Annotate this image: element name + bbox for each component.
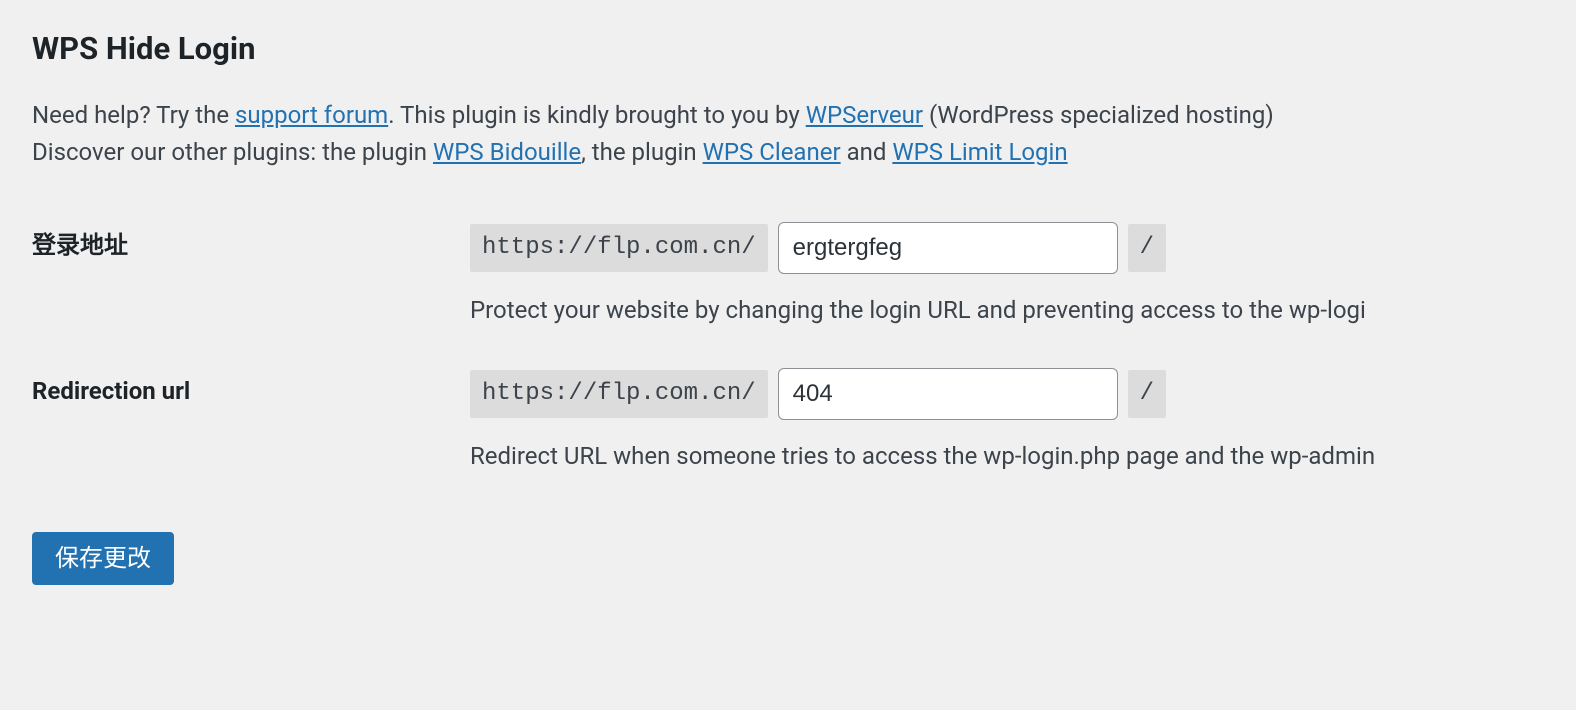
redirect-url-prefix: https://flp.com.cn/ [470, 370, 768, 418]
section-title: WPS Hide Login [32, 20, 1576, 73]
support-forum-link[interactable]: support forum [235, 101, 388, 129]
login-url-suffix: / [1128, 224, 1166, 272]
redirect-url-suffix: / [1128, 370, 1166, 418]
wps-bidouille-link[interactable]: WPS Bidouille [433, 138, 581, 166]
intro-text: Discover our other plugins: the plugin [32, 138, 433, 166]
redirect-url-input[interactable] [778, 368, 1118, 420]
intro-text: Need help? Try the [32, 101, 235, 129]
redirect-url-label: Redirection url [32, 377, 190, 405]
redirect-url-input-group: https://flp.com.cn/ / [470, 368, 1566, 420]
login-url-input[interactable] [778, 222, 1118, 274]
submit-row: 保存更改 [32, 532, 1576, 585]
wps-cleaner-link[interactable]: WPS Cleaner [703, 138, 841, 166]
save-button[interactable]: 保存更改 [32, 532, 174, 585]
login-url-prefix: https://flp.com.cn/ [470, 224, 768, 272]
intro-text: , the plugin [581, 138, 703, 166]
intro-text: (WordPress specialized hosting) [923, 101, 1274, 129]
intro-paragraph: Need help? Try the support forum. This p… [32, 97, 1576, 171]
login-url-label: 登录地址 [32, 231, 128, 259]
redirect-url-description: Redirect URL when someone tries to acces… [470, 438, 1566, 474]
intro-text: and [841, 138, 893, 166]
intro-text: . This plugin is kindly brought to you b… [388, 101, 805, 129]
login-url-input-group: https://flp.com.cn/ / [470, 222, 1566, 274]
wpserveur-link[interactable]: WPServeur [806, 101, 923, 129]
settings-form-table: 登录地址 https://flp.com.cn/ / Protect your … [32, 202, 1576, 494]
wps-limit-login-link[interactable]: WPS Limit Login [892, 138, 1067, 166]
login-url-row: 登录地址 https://flp.com.cn/ / Protect your … [32, 202, 1576, 348]
login-url-description: Protect your website by changing the log… [470, 292, 1566, 328]
redirect-url-row: Redirection url https://flp.com.cn/ / Re… [32, 348, 1576, 494]
settings-section: WPS Hide Login Need help? Try the suppor… [0, 0, 1576, 585]
